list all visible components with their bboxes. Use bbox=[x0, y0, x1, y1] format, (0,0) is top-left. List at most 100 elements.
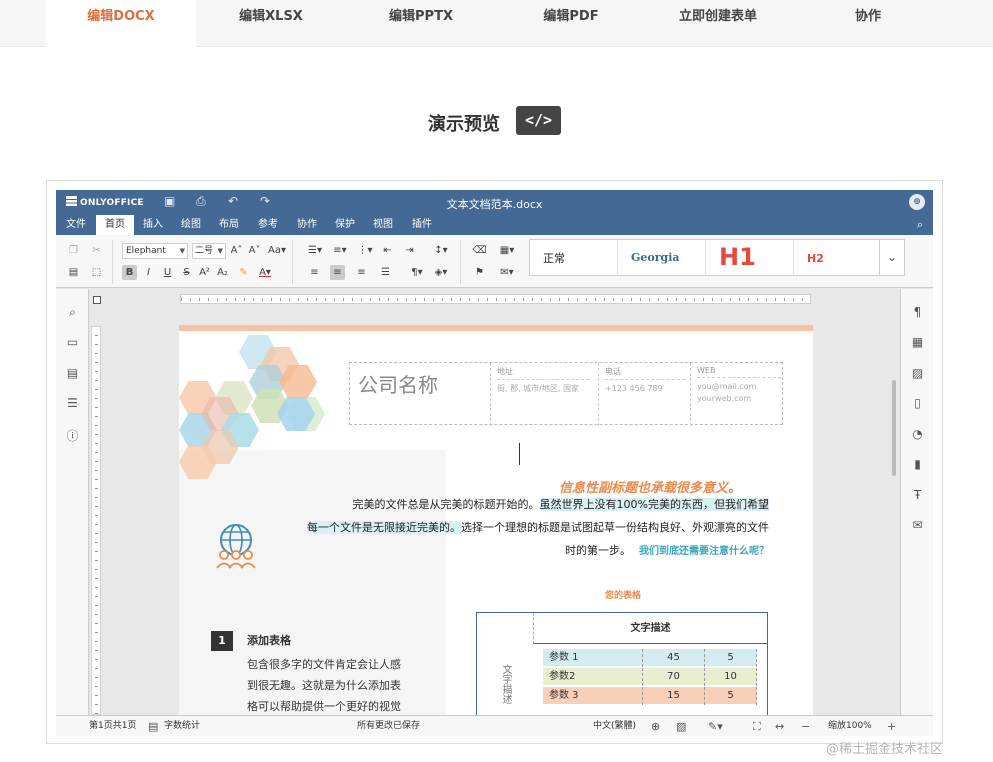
shape-settings-icon[interactable]: ◔ bbox=[901, 427, 933, 441]
change-case-icon[interactable]: Aa▾ bbox=[266, 243, 288, 258]
paragraph-settings-icon[interactable]: ¶ bbox=[901, 305, 933, 319]
mail-merge-icon[interactable]: ✉ bbox=[901, 518, 933, 532]
menu-plugins[interactable]: 插件 bbox=[405, 215, 439, 235]
paragraph-marks-icon[interactable]: ¶▾ bbox=[406, 265, 428, 280]
menu-home[interactable]: 首页 bbox=[96, 215, 134, 235]
fit-width-icon[interactable]: ↔ bbox=[775, 720, 784, 733]
table-cell: 15 bbox=[643, 687, 705, 705]
align-left-icon[interactable]: ≡ bbox=[307, 265, 322, 280]
style-normal[interactable]: 正常 bbox=[530, 240, 618, 275]
embed-code-button[interactable]: </> bbox=[516, 106, 561, 135]
align-right-icon[interactable]: ≡ bbox=[354, 265, 369, 280]
menu-view[interactable]: 视图 bbox=[366, 215, 400, 235]
data-table[interactable]: 文字描述 文字描述 参数 1 45 5 参数2 70 10 参数 3 15 5 bbox=[476, 612, 768, 715]
menu-bar: 文件 首页 插入 绘图 布局 参考 协作 保护 视图 插件 ⌕ bbox=[56, 215, 933, 235]
menu-draw[interactable]: 绘图 bbox=[174, 215, 208, 235]
tab-edit-pptx[interactable]: 编辑PPTX bbox=[346, 0, 496, 47]
decrease-indent-icon[interactable]: ⇤ bbox=[380, 243, 395, 258]
tab-edit-docx[interactable]: 编辑DOCX bbox=[46, 0, 196, 47]
table-row[interactable]: 参数 3 15 5 bbox=[543, 687, 757, 705]
underline-icon[interactable]: U bbox=[160, 265, 175, 280]
tab-create-form[interactable]: 立即创建表单 bbox=[643, 0, 793, 47]
menu-references[interactable]: 参考 bbox=[251, 215, 285, 235]
info-icon[interactable]: ⓘ bbox=[56, 427, 89, 444]
style-gallery-expand-icon[interactable]: ⌄ bbox=[879, 239, 905, 276]
image-settings-icon[interactable]: ▨ bbox=[901, 366, 933, 380]
search-icon[interactable]: ⌕ bbox=[56, 305, 89, 320]
word-count-icon[interactable]: ▤ bbox=[148, 720, 158, 733]
table-settings-icon[interactable]: ▦ bbox=[901, 335, 933, 349]
fit-page-icon[interactable]: ⛶ bbox=[753, 720, 761, 734]
user-avatar-icon[interactable]: ⊕ bbox=[909, 194, 925, 210]
superscript-icon[interactable]: A² bbox=[197, 265, 212, 280]
language-select[interactable]: 中文(繁體) bbox=[593, 716, 636, 736]
word-count[interactable]: 字数统计 bbox=[164, 716, 200, 736]
info-web-label: WEB bbox=[697, 366, 781, 378]
menu-protect[interactable]: 保护 bbox=[328, 215, 362, 235]
style-georgia[interactable]: Georgia bbox=[618, 240, 706, 275]
search-icon[interactable]: ⌕ bbox=[917, 218, 923, 232]
shading-icon[interactable]: ◈▾ bbox=[430, 265, 452, 280]
increase-indent-icon[interactable]: ⇥ bbox=[402, 243, 417, 258]
text-art-icon[interactable]: Ŧ bbox=[901, 488, 933, 502]
align-center-icon[interactable]: ≡ bbox=[330, 265, 345, 280]
zoom-out-icon[interactable]: − bbox=[801, 720, 810, 733]
table-row[interactable]: 参数 1 45 5 bbox=[543, 649, 757, 667]
question-text: 我们到底还需要注意什么呢？ bbox=[639, 546, 769, 557]
menu-insert[interactable]: 插入 bbox=[136, 215, 170, 235]
style-h1[interactable]: H1 bbox=[706, 240, 794, 275]
zoom-level[interactable]: 缩放100% bbox=[828, 716, 872, 736]
menu-collaborate[interactable]: 协作 bbox=[290, 215, 324, 235]
page-info[interactable]: 第1页共1页 bbox=[89, 716, 136, 736]
globe-icon[interactable]: ⊕ bbox=[651, 720, 660, 733]
select-all-icon[interactable]: ⬚ bbox=[89, 265, 104, 280]
track-changes-icon[interactable]: ✎▾ bbox=[708, 720, 723, 733]
strikethrough-icon[interactable]: S bbox=[179, 265, 194, 280]
zoom-in-icon[interactable]: + bbox=[887, 720, 896, 733]
highlight-icon[interactable]: ✎ bbox=[236, 265, 251, 280]
navigation-icon[interactable]: ☰ bbox=[56, 396, 89, 410]
font-name-select[interactable]: Elephant ▼ bbox=[122, 243, 188, 259]
vertical-ruler[interactable] bbox=[91, 326, 101, 715]
subscript-icon[interactable]: A₂ bbox=[215, 265, 230, 280]
copy-style-icon[interactable]: ▦▾ bbox=[496, 243, 518, 258]
italic-icon[interactable]: I bbox=[141, 265, 156, 280]
paste-icon[interactable]: ▤ bbox=[66, 265, 81, 280]
cut-icon[interactable]: ✂ bbox=[89, 243, 104, 258]
body-text: 选择一个理想的标题是试图起草一份结构良好、外观漂亮的文件 bbox=[461, 521, 769, 534]
decrease-font-icon[interactable]: A˅ bbox=[247, 243, 262, 258]
numbering-icon[interactable]: ≡▾ bbox=[329, 243, 351, 258]
clear-style-icon[interactable]: ⌫ bbox=[472, 243, 487, 258]
copy-icon[interactable]: ❐ bbox=[66, 243, 81, 258]
horizontal-ruler[interactable] bbox=[180, 294, 811, 304]
increase-font-icon[interactable]: A˄ bbox=[229, 243, 244, 258]
chat-icon[interactable]: ▤ bbox=[56, 366, 89, 380]
menu-layout[interactable]: 布局 bbox=[212, 215, 246, 235]
style-h2[interactable]: H2 bbox=[794, 240, 882, 275]
document-page[interactable]: 公司名称 地址 街, 郡, 城市/地区, 国家 电话 +123 456 789 … bbox=[179, 325, 813, 715]
justify-icon[interactable]: ☰ bbox=[378, 265, 393, 280]
font-color-icon[interactable]: A▾ bbox=[254, 265, 276, 280]
info-address-value: 街, 郡, 城市/地区, 国家 bbox=[497, 384, 579, 393]
company-header-block[interactable]: 公司名称 地址 街, 郡, 城市/地区, 国家 电话 +123 456 789 … bbox=[349, 362, 783, 426]
body-paragraph-line-2: 每一个文件是无限接近完美的。选择一个理想的标题是试图起草一份结构良好、外观漂亮的… bbox=[307, 516, 769, 539]
font-size-select[interactable]: 二号 ▼ bbox=[192, 243, 226, 259]
menu-file[interactable]: 文件 bbox=[60, 215, 92, 235]
line-spacing-icon[interactable]: ↕▾ bbox=[430, 243, 452, 258]
chart-settings-icon[interactable]: ▮ bbox=[901, 457, 933, 471]
vertical-scrollbar[interactable] bbox=[892, 380, 896, 476]
tab-collaborate[interactable]: 协作 bbox=[793, 0, 943, 47]
table-row[interactable]: 参数2 70 10 bbox=[543, 668, 757, 686]
format-painter-icon[interactable]: ⚑ bbox=[472, 265, 487, 280]
multilevel-list-icon[interactable]: ⋮▾ bbox=[354, 243, 376, 258]
header-footer-icon[interactable]: ▯ bbox=[901, 396, 933, 410]
tab-edit-pdf[interactable]: 编辑PDF bbox=[496, 0, 646, 47]
tab-edit-xlsx[interactable]: 编辑XLSX bbox=[196, 0, 346, 47]
tab-stop-selector[interactable] bbox=[93, 296, 101, 304]
mail-merge-icon[interactable]: ✉▾ bbox=[496, 265, 518, 280]
bullets-icon[interactable]: ☰▾ bbox=[304, 243, 326, 258]
bold-icon[interactable]: B bbox=[122, 265, 137, 280]
table-cell: 45 bbox=[643, 649, 705, 667]
comments-icon[interactable]: ▭ bbox=[56, 335, 89, 349]
spellcheck-icon[interactable]: ▨ bbox=[676, 720, 686, 733]
